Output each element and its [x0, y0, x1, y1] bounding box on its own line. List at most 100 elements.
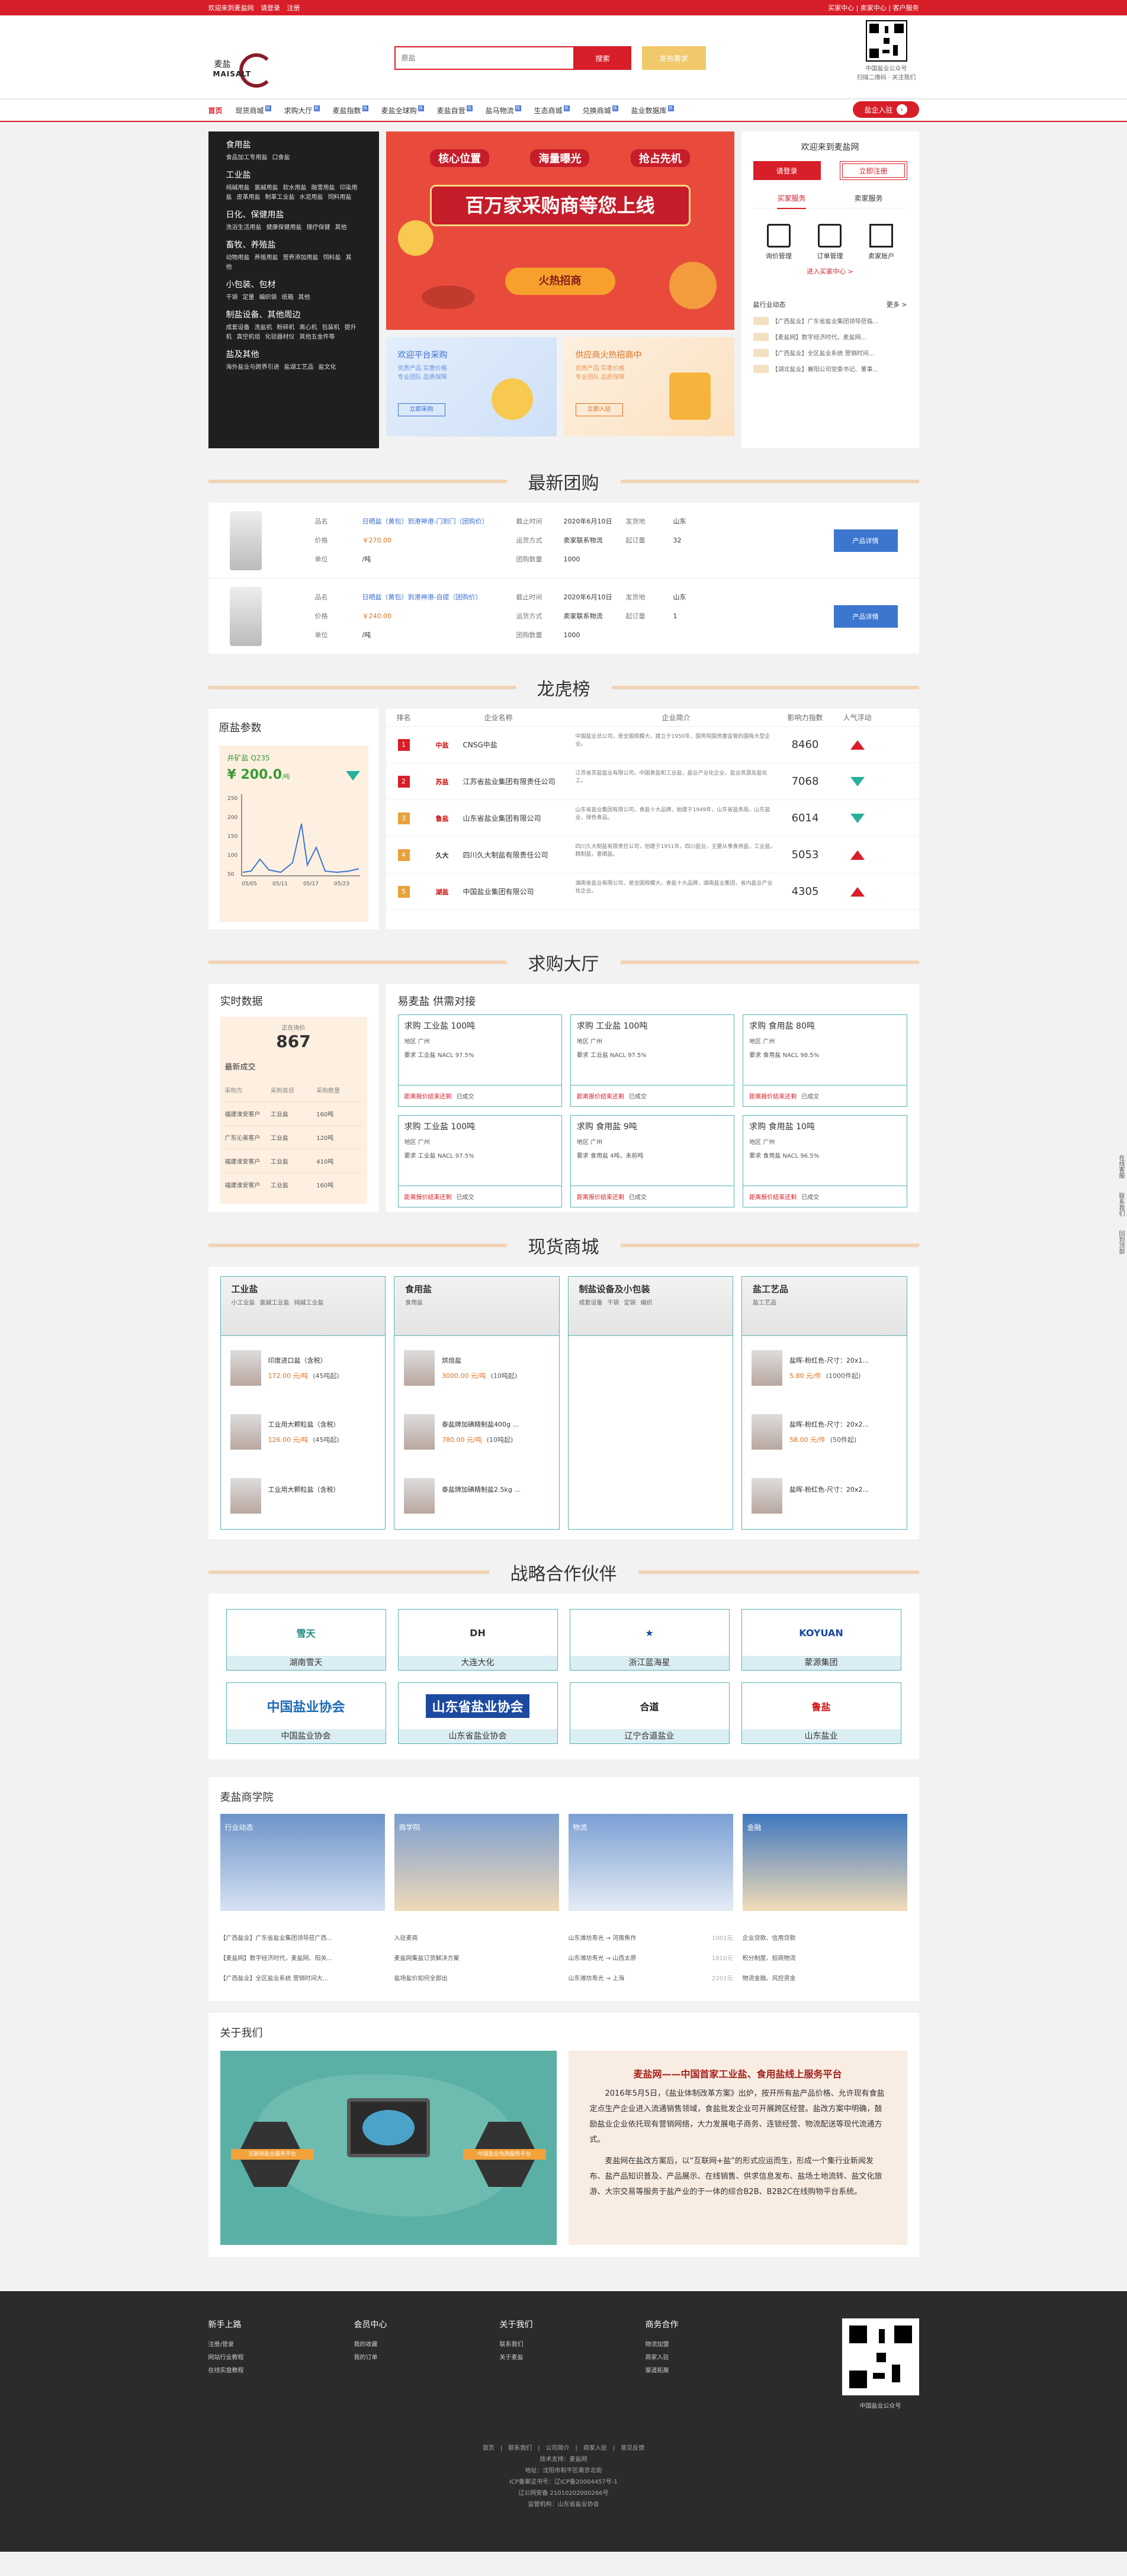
mall-subcategory[interactable]: 成套设备	[579, 1300, 603, 1306]
category-item[interactable]: 饲料盐	[323, 255, 341, 261]
demand-card[interactable]: 求购 食用盐 9吨 地区 广州 要求 食用盐 4吨，未前吨 距离报价结束还剩 已成交	[570, 1115, 735, 1207]
category-item[interactable]: 其他五金件等	[300, 334, 335, 341]
partner-card[interactable]: DH 大连大化	[397, 1609, 558, 1671]
partner-card[interactable]: 中国盐业协会 中国盐业协会	[226, 1682, 386, 1744]
category-heading[interactable]: 制盐设备、其他周边	[226, 309, 361, 320]
category-item[interactable]: 盐文化	[319, 364, 336, 371]
sub-banner-supplier[interactable]: 供应商火热招商中 优质产品 实惠价格 专业团队 品质保障 立即入驻	[563, 337, 734, 436]
category-item[interactable]: 皮革用盐	[237, 194, 261, 201]
company-name[interactable]: 山东省盐业集团有限公司	[463, 813, 541, 823]
rank-row[interactable]: 1 中盐 CNSG中盐 中国盐业总公司，是全国规模大，建立于1950年，国务院国资委监…	[386, 727, 919, 763]
mall-category-title[interactable]: 工业盐	[232, 1283, 375, 1295]
order-manage-link[interactable]: 订单管理	[817, 224, 843, 261]
mall-subcategory[interactable]: 纯碱工业盐	[294, 1300, 324, 1306]
tab-seller-service[interactable]: 卖家服务	[854, 193, 882, 203]
product-detail-button[interactable]: 产品详情	[833, 529, 898, 552]
category-item[interactable]: 氯碱用盐	[255, 185, 278, 191]
category-heading[interactable]: 食用盐	[226, 139, 361, 150]
academy-image[interactable]: 商学院	[394, 1814, 559, 1911]
search-input[interactable]	[394, 46, 574, 70]
main-banner[interactable]: 核心位置 海量曝光 抢占先机 百万家采购商等您上线 火热招商	[386, 131, 734, 330]
category-item[interactable]: 饲料用盐	[328, 194, 352, 201]
site-logo[interactable]: 麦盐 MAISALT	[208, 40, 280, 88]
category-heading[interactable]: 畜牧、养殖盐	[226, 239, 361, 250]
demand-card[interactable]: 求购 工业盐 100吨 地区 广州 要求 工业盐 NACL 97.5% 距离报价结束还…	[397, 1014, 562, 1107]
mall-product[interactable]: 泰盐牌加碘精制盐400g ... 780.00 元/吨 (10吨起)	[394, 1400, 559, 1464]
side-tool-2[interactable]: 回到顶部	[1116, 1231, 1125, 1254]
category-item[interactable]: 真空机组	[237, 334, 261, 341]
group-name[interactable]: 日晒盐（黄包）到港神港-门到门（团购价）	[362, 518, 489, 525]
mall-category-title[interactable]: 制盐设备及小包装	[579, 1283, 723, 1295]
mall-subcategory[interactable]: 氯碱工业盐	[260, 1300, 290, 1306]
footer-bottom-link[interactable]: 公司简介	[546, 2445, 570, 2452]
partner-card[interactable]: 雪天 湖南雪天	[226, 1609, 386, 1671]
mall-subcategory[interactable]: 定袋	[624, 1300, 636, 1306]
mall-subcategory[interactable]: 小工业盐	[232, 1300, 255, 1306]
enterprise-join-button[interactable]: 盐企入驻 ›	[852, 101, 919, 118]
academy-image[interactable]: 行业动态	[220, 1814, 385, 1911]
footer-bottom-link[interactable]: 联系我们	[508, 2445, 532, 2452]
mall-category-title[interactable]: 食用盐	[405, 1283, 548, 1295]
nav-item-3[interactable]: 麦盐指数热	[333, 105, 368, 115]
company-name[interactable]: 江苏省盐业集团有限责任公司	[463, 776, 556, 786]
category-item[interactable]: 包装机	[322, 325, 340, 331]
search-button[interactable]: 搜索	[574, 46, 631, 70]
mall-subcategory[interactable]: 干袋	[608, 1300, 619, 1306]
mall-subcategory[interactable]: 盐工艺品	[753, 1300, 776, 1306]
partner-card[interactable]: KOYUAN 蒙源集团	[741, 1609, 901, 1671]
category-heading[interactable]: 日化、保健用盐	[226, 208, 361, 220]
footer-link[interactable]: 商家入驻	[646, 2352, 791, 2365]
academy-link[interactable]: 积分制度、招商物流	[743, 1949, 907, 1969]
partner-card[interactable]: ★ 浙江蓝海星	[569, 1609, 730, 1671]
top-right-links[interactable]: 买家中心 | 卖家中心 | 客户服务	[828, 3, 919, 12]
register-button[interactable]: 立即注册	[839, 161, 907, 180]
top-login-link[interactable]: 请登录	[261, 4, 280, 12]
mall-product[interactable]: 印度进口盐（含税） 172.00 元/吨 (45吨起)	[221, 1336, 386, 1400]
category-item[interactable]: 编织袋	[259, 294, 277, 301]
footer-link[interactable]: 注册/登录	[208, 2339, 354, 2352]
mall-product[interactable]: 烘焙盐 3000.00 元/吨 (10吨起)	[394, 1336, 559, 1400]
side-tool-1[interactable]: 联系我们	[1116, 1193, 1125, 1216]
category-item[interactable]: 食品加工专用盐	[226, 155, 268, 161]
category-heading[interactable]: 小包装、包材	[226, 278, 361, 290]
company-name[interactable]: 四川久大制盐有限责任公司	[463, 850, 548, 860]
join-now-button[interactable]: 立即入驻	[575, 403, 623, 416]
demand-card[interactable]: 求购 食用盐 80吨 地区 广州 要求 食用盐 NACL 98.5% 距离报价结束还剩…	[743, 1014, 907, 1107]
footer-link[interactable]: 关于麦盐	[500, 2352, 646, 2365]
nav-item-0[interactable]: 首页	[208, 105, 223, 115]
tab-buyer-service[interactable]: 买家服务	[777, 193, 806, 209]
footer-bottom-link[interactable]: 首页	[483, 2445, 495, 2452]
category-item[interactable]: 洗盐机	[255, 325, 272, 331]
academy-link[interactable]: 【广西盐业】全区盐业系统 营销时间大...	[220, 1969, 385, 1989]
nav-item-5[interactable]: 麦盐自营热	[437, 105, 473, 115]
category-item[interactable]: 化验器材仪	[265, 334, 295, 341]
sub-banner-buy[interactable]: 欢迎平台采购 优质产品 实惠价格 专业团队 品质保障 立即采购	[386, 337, 557, 436]
company-name[interactable]: CNSG中盐	[463, 740, 497, 750]
mall-product[interactable]: 泰盐牌加碘精制盐2.5kg ...	[394, 1464, 559, 1528]
partner-card[interactable]: 山东省盐业协会 山东省盐业协会	[397, 1682, 558, 1744]
nav-item-6[interactable]: 盐马物流热	[486, 105, 521, 115]
nav-item-4[interactable]: 麦盐全球购热	[381, 105, 424, 115]
demand-card[interactable]: 求购 食用盐 10吨 地区 广州 要求 食用盐 NACL 96.5% 距离报价结束还剩…	[743, 1115, 907, 1207]
academy-link[interactable]: 【广西盐业】广东省盐业集团领导莅广西...	[220, 1929, 385, 1949]
nav-item-7[interactable]: 生态商城热	[534, 105, 570, 115]
publish-demand-button[interactable]: 发布需求	[641, 46, 706, 70]
partner-card[interactable]: 鲁盐 山东盐业	[741, 1682, 901, 1744]
academy-image[interactable]: 物流	[568, 1814, 733, 1911]
academy-link[interactable]: 企业贷款、信用贷款	[743, 1929, 907, 1949]
mall-product[interactable]: 工业用大颗粒盐（含税） 126.00 元/吨 (45吨起)	[221, 1400, 386, 1464]
rank-row[interactable]: 4 久大 四川久大制盐有限责任公司 四川久大制盐有限责任公司，创建于1951年，四川盐…	[386, 837, 919, 873]
mall-product[interactable]: 盐晖-粉红色-尺寸：20x1... 5.80 元/件 (1000件起)	[742, 1336, 907, 1400]
demand-card[interactable]: 求购 工业盐 100吨 地区 广州 要求 工业盐 NACL 97.5% 距离报价结束还…	[397, 1115, 562, 1207]
nav-item-1[interactable]: 现货商城热	[236, 105, 271, 115]
category-item[interactable]: 水泥用盐	[300, 194, 323, 201]
category-item[interactable]: 干袋	[226, 294, 238, 301]
category-item[interactable]: 海外盐业与跨界引进	[226, 364, 280, 371]
category-item[interactable]: 其他	[298, 294, 310, 301]
category-item[interactable]: 动物用盐	[226, 255, 250, 261]
category-item[interactable]: 纸箱	[282, 294, 294, 301]
mall-subcategory[interactable]: 编织	[641, 1300, 653, 1306]
academy-link[interactable]: 【麦盐网】数字经济时代，麦盐网、阳关...	[220, 1949, 385, 1969]
mall-product[interactable]: 工业用大颗粒盐（含税）	[221, 1464, 386, 1528]
academy-link[interactable]: 入驻麦商	[394, 1929, 559, 1949]
